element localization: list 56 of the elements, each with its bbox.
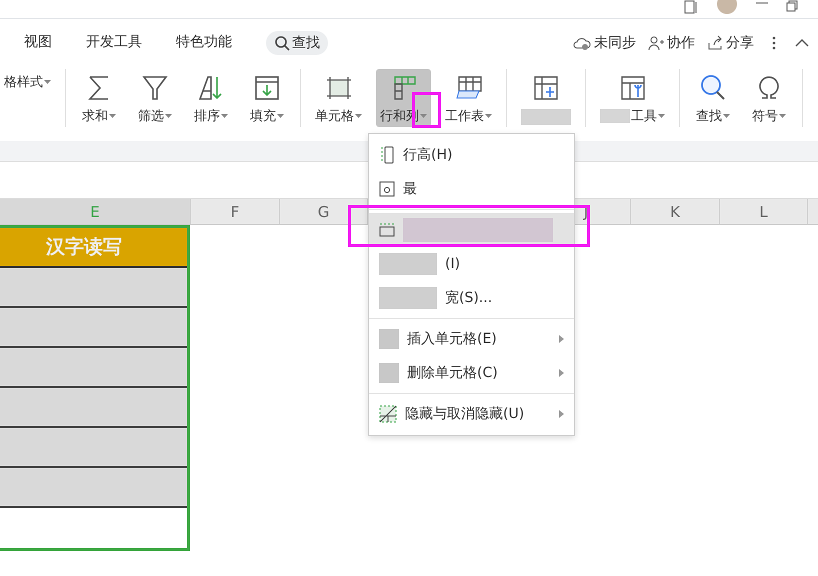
restore-icon[interactable] <box>786 0 798 12</box>
filter-icon <box>140 73 170 103</box>
action-button[interactable]: 协作 <box>648 34 695 52</box>
caret-icon <box>221 114 228 118</box>
cloud-icon <box>573 36 591 50</box>
caret-icon <box>420 114 427 118</box>
ribbon-button[interactable]: 填充 <box>244 69 290 127</box>
mosaic-patch <box>379 287 437 309</box>
table-header-cell: 汉字读写 <box>0 228 187 268</box>
ribbon-button[interactable]: 查找 <box>690 69 736 127</box>
autofit-icon <box>379 181 395 197</box>
caret-icon <box>658 114 665 118</box>
action-button[interactable]: 分享 <box>707 34 754 52</box>
search-button[interactable]: 查找 <box>266 31 328 55</box>
ribbon-button[interactable]: 筛选 <box>132 69 178 127</box>
caret-icon <box>165 114 172 118</box>
menu-item[interactable]: (I) <box>369 247 574 281</box>
caret-icon <box>44 80 51 84</box>
menu-item[interactable]: 隐藏与取消隐藏(U) <box>369 397 574 431</box>
book-icon[interactable] <box>684 0 698 14</box>
ribbon-button[interactable]: 工作表 <box>441 69 496 127</box>
mosaic-patch <box>379 253 437 275</box>
caret-icon <box>277 114 284 118</box>
person-add-icon <box>648 35 664 51</box>
ribbon-button[interactable]: 单元格 <box>311 69 366 127</box>
ribbon-button[interactable]: 排序 <box>188 69 234 127</box>
mosaic-patch <box>379 363 399 383</box>
hide-grid-icon <box>379 405 397 423</box>
mosaic-patch <box>379 329 399 349</box>
mosaic-patch <box>600 109 630 123</box>
menu-item[interactable]: 行高(H) <box>369 138 574 172</box>
collapse-icon[interactable] <box>794 37 810 49</box>
action-button[interactable]: 未同步 <box>573 34 636 52</box>
menu-item[interactable] <box>369 213 574 247</box>
fill-down-icon <box>252 73 282 103</box>
column-width-icon <box>379 222 395 238</box>
menu-tab[interactable]: 特色功能 <box>176 33 232 53</box>
row-height-icon <box>379 146 395 164</box>
caret-icon <box>723 114 730 118</box>
ribbon-button[interactable]: 工具 <box>596 69 669 127</box>
menu-tab[interactable]: 视图 <box>24 33 52 53</box>
mosaic-patch <box>521 109 571 125</box>
caret-icon <box>779 114 786 118</box>
caret-icon <box>485 114 492 118</box>
caret-icon <box>109 114 116 118</box>
ribbon-button[interactable]: 求和 <box>76 69 122 127</box>
ribbon-button[interactable]: 格样式 <box>0 69 55 127</box>
menu-item[interactable]: 宽(S)... <box>369 281 574 315</box>
ribbon-button[interactable]: 符号 <box>746 69 792 127</box>
caret-icon <box>355 114 362 118</box>
search-icon <box>274 35 290 51</box>
share-icon <box>707 35 723 51</box>
menu-item[interactable]: 最 <box>369 172 574 206</box>
menu-item[interactable]: 插入单元格(E) <box>369 322 574 356</box>
menu-item[interactable]: 删除单元格(C) <box>369 356 574 390</box>
menu-tab[interactable]: 开发工具 <box>86 33 142 53</box>
